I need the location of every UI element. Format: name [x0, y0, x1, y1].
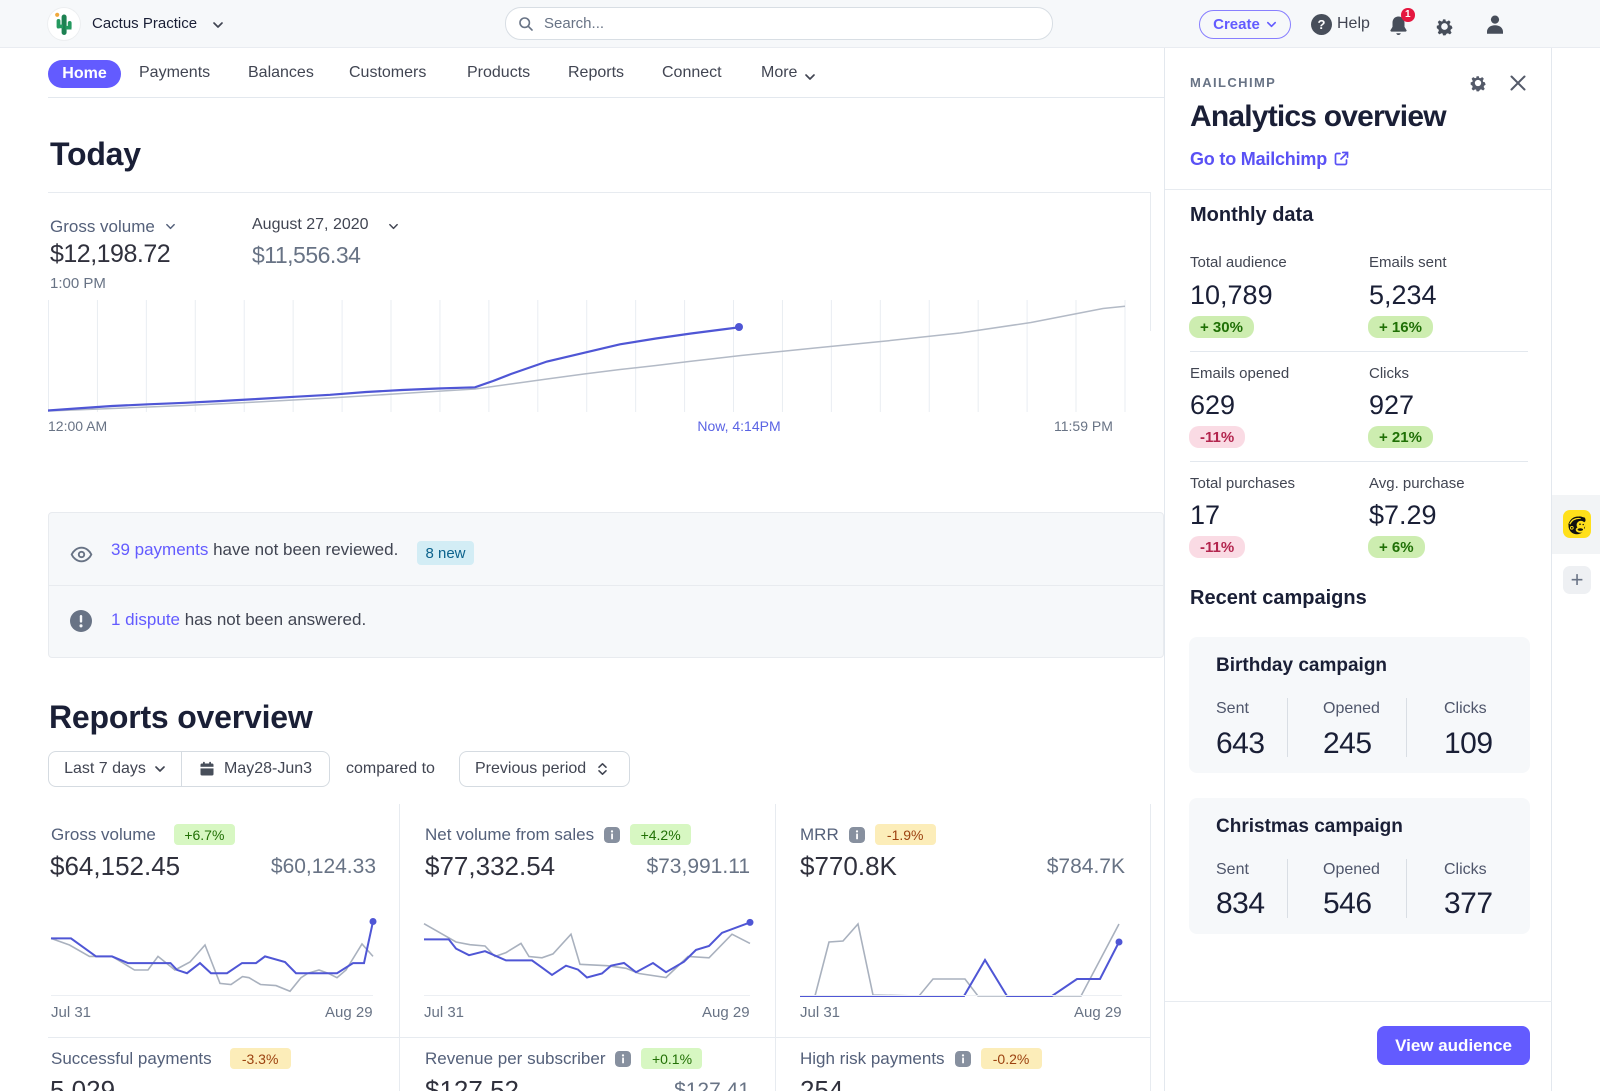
- svg-text:?: ?: [1318, 17, 1326, 32]
